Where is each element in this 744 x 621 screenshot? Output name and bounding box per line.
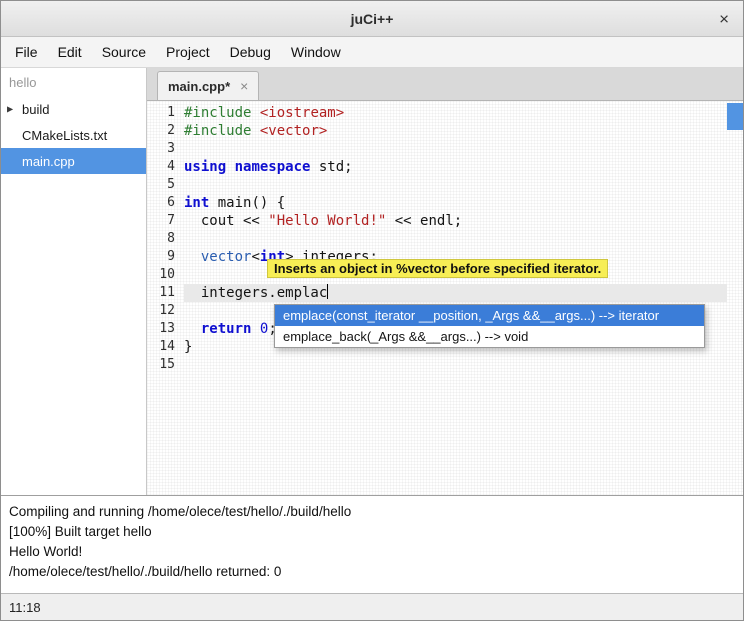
code-line[interactable]: 3 (147, 140, 743, 158)
line-number: 3 (147, 140, 184, 158)
menu-item-source[interactable]: Source (92, 37, 156, 67)
cursor-position: 11:18 (9, 600, 41, 615)
line-number: 4 (147, 158, 184, 176)
tab-label: main.cpp* (168, 79, 230, 94)
menu-item-window[interactable]: Window (281, 37, 351, 67)
line-number: 1 (147, 104, 184, 122)
code-text (184, 176, 727, 194)
window: juCi++ × FileEditSourceProjectDebugWindo… (0, 0, 744, 621)
code-line[interactable]: 6int main() { (147, 194, 743, 212)
sidebar: hello ▶ build CMakeLists.txt main.cpp (1, 68, 147, 495)
close-icon[interactable]: × (719, 10, 729, 27)
tree-item-build[interactable]: ▶ build (1, 96, 146, 122)
menu-bar: FileEditSourceProjectDebugWindow (1, 37, 743, 68)
completion-item[interactable]: emplace(const_iterator __position, _Args… (275, 305, 704, 326)
line-number: 9 (147, 248, 184, 266)
output-line: [100%] Built target hello (9, 522, 735, 542)
line-number: 14 (147, 338, 184, 356)
code-text (184, 356, 727, 374)
menu-item-project[interactable]: Project (156, 37, 220, 67)
text-cursor (327, 284, 328, 299)
window-title: juCi++ (351, 11, 394, 27)
tree-item-label: main.cpp (22, 154, 75, 169)
code-text: #include <vector> (184, 122, 727, 140)
code-line[interactable]: 8 (147, 230, 743, 248)
output-line: Compiling and running /home/olece/test/h… (9, 502, 735, 522)
editor-scrollbar-thumb[interactable] (727, 103, 743, 130)
tree-item-label: build (22, 102, 49, 117)
code-line[interactable]: 2#include <vector> (147, 122, 743, 140)
output-panel: Compiling and running /home/olece/test/h… (1, 495, 743, 593)
project-name: hello (1, 70, 146, 96)
status-bar: 11:18 (1, 593, 743, 620)
menu-item-debug[interactable]: Debug (220, 37, 281, 67)
line-number: 5 (147, 176, 184, 194)
code-text (184, 140, 727, 158)
code-text (184, 230, 727, 248)
main-area: hello ▶ build CMakeLists.txt main.cpp main.… (1, 68, 743, 495)
output-line: Hello World! (9, 542, 735, 562)
menu-item-edit[interactable]: Edit (48, 37, 92, 67)
line-number: 7 (147, 212, 184, 230)
tab-close-icon[interactable]: × (240, 79, 248, 93)
completion-popup: emplace(const_iterator __position, _Args… (274, 304, 705, 348)
code-text: using namespace std; (184, 158, 727, 176)
code-text: integers.emplac (184, 284, 727, 302)
tab-main-cpp[interactable]: main.cpp* × (157, 71, 259, 100)
line-number: 11 (147, 284, 184, 302)
code-line[interactable]: 4using namespace std; (147, 158, 743, 176)
code-line[interactable]: 15 (147, 356, 743, 374)
line-number: 8 (147, 230, 184, 248)
code-text: #include <iostream> (184, 104, 727, 122)
line-number: 10 (147, 266, 184, 284)
menu-item-file[interactable]: File (5, 37, 48, 67)
code-text: int main() { (184, 194, 727, 212)
line-number: 2 (147, 122, 184, 140)
code-text: cout << "Hello World!" << endl; (184, 212, 727, 230)
doc-tooltip: Inserts an object in %vector before spec… (267, 259, 608, 278)
tree-item-label: CMakeLists.txt (22, 128, 107, 143)
tree-item-cmakelists-txt[interactable]: CMakeLists.txt (1, 122, 146, 148)
output-line: /home/olece/test/hello/./build/hello ret… (9, 562, 735, 582)
tab-bar: main.cpp* × (147, 68, 743, 101)
editor[interactable]: 1#include <iostream>2#include <vector>34… (147, 101, 743, 495)
completion-item[interactable]: emplace_back(_Args &&__args...) --> void (275, 326, 704, 347)
tree-item-main-cpp[interactable]: main.cpp (1, 148, 146, 174)
code-line[interactable]: 5 (147, 176, 743, 194)
line-number: 12 (147, 302, 184, 320)
expander-icon[interactable]: ▶ (7, 105, 13, 114)
titlebar[interactable]: juCi++ × (1, 1, 743, 37)
line-number: 13 (147, 320, 184, 338)
file-tree: ▶ build CMakeLists.txt main.cpp (1, 96, 146, 174)
code-line[interactable]: 11 integers.emplac (147, 284, 743, 302)
code-line[interactable]: 1#include <iostream> (147, 104, 743, 122)
line-number: 6 (147, 194, 184, 212)
code-line[interactable]: 7 cout << "Hello World!" << endl; (147, 212, 743, 230)
content-area: main.cpp* × 1#include <iostream>2#includ… (147, 68, 743, 495)
line-number: 15 (147, 356, 184, 374)
